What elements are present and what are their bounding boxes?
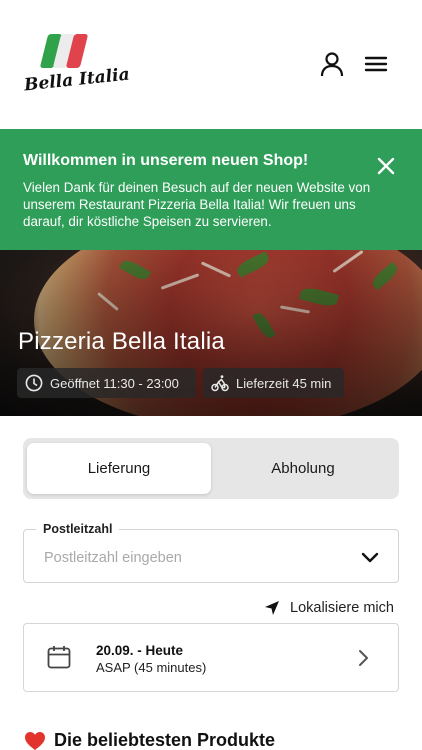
locate-me-button[interactable]: Lokalisiere mich (264, 598, 394, 618)
delivery-date-selector[interactable]: 20.09. - Heute ASAP (45 minutes) (23, 623, 399, 692)
delivery-date: 20.09. - Heute (96, 643, 184, 658)
header: Bella Italia (0, 0, 422, 129)
bike-icon (211, 375, 229, 392)
postal-code-field[interactable] (23, 529, 399, 583)
postal-code-input[interactable] (44, 544, 344, 572)
postal-code-label: Postleitzahl (36, 522, 120, 536)
banner-title: Willkommen in unserem neuen Shop! (23, 152, 309, 169)
order-type-toggle: Lieferung Abholung (23, 438, 399, 499)
user-icon[interactable] (318, 50, 346, 78)
opening-hours-text: Geöffnet 11:30 - 23:00 (50, 375, 179, 391)
close-icon[interactable] (376, 156, 396, 176)
calendar-icon (47, 646, 71, 669)
banner-text: Vielen Dank für deinen Besuch auf der ne… (23, 180, 371, 229)
chevron-down-icon[interactable] (360, 547, 380, 567)
chevron-right-icon (359, 650, 368, 666)
hero-image: Pizzeria Bella Italia Geöffnet 11:30 - 2… (0, 250, 422, 416)
logo[interactable]: Bella Italia (22, 30, 131, 100)
popular-products-title: Die beliebtesten Produkte (54, 730, 276, 750)
locate-me-label: Lokalisiere mich (290, 600, 394, 616)
italian-flag-icon (39, 34, 89, 68)
delivery-time: ASAP (45 minutes) (96, 660, 207, 675)
delivery-time-badge: Lieferzeit 45 min (203, 368, 344, 398)
hamburger-menu-icon[interactable] (362, 50, 390, 78)
popular-products-heading: Die beliebtesten Produkte (24, 730, 275, 750)
clock-icon (25, 374, 43, 392)
welcome-banner: Willkommen in unserem neuen Shop! Vielen… (0, 129, 422, 250)
delivery-time-text: Lieferzeit 45 min (236, 375, 332, 391)
restaurant-name: Pizzeria Bella Italia (18, 328, 225, 355)
tab-pickup[interactable]: Abholung (211, 443, 395, 494)
location-arrow-icon (265, 601, 279, 615)
tab-delivery[interactable]: Lieferung (27, 443, 211, 494)
heart-icon (25, 731, 45, 750)
logo-text: Bella Italia (23, 64, 131, 96)
opening-hours-badge: Geöffnet 11:30 - 23:00 (17, 368, 196, 398)
